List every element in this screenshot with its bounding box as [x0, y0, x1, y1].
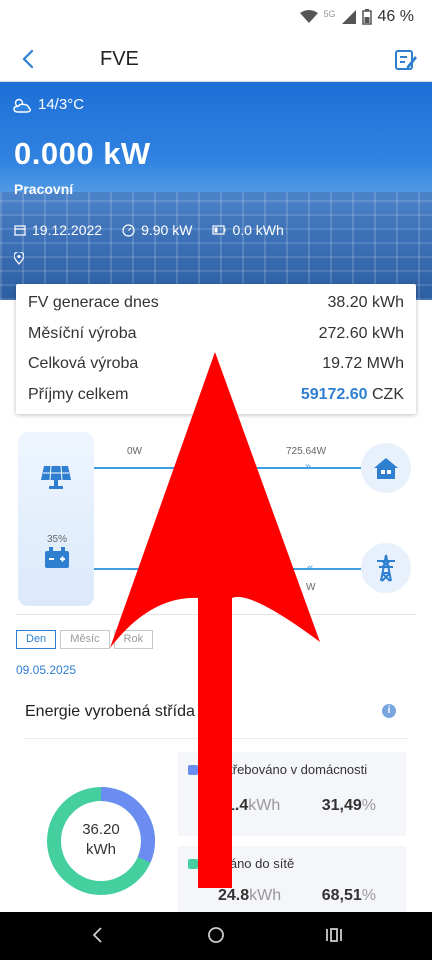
status-bar: 5G 46 %	[0, 0, 432, 36]
nav-back-icon[interactable]	[90, 924, 104, 946]
donut-center-label: 36.20 kWh	[46, 820, 156, 860]
tab-day[interactable]: Den	[16, 630, 57, 649]
consumed-swatch	[188, 764, 198, 775]
grid-node	[361, 543, 411, 593]
energy-section-title: Energie vyrobená střída	[25, 703, 195, 720]
solar-power-label: 0W	[127, 446, 142, 457]
stat-label: Celková výroba	[28, 355, 139, 373]
income-amount: 59172.60	[300, 385, 368, 403]
fed-swatch	[188, 858, 198, 869]
plant-state: Pracovní	[14, 181, 74, 197]
flow-arrow-home-icon: »	[305, 461, 312, 473]
stat-value: 272.60 kWh	[318, 324, 404, 342]
tab-month[interactable]: Měsíc	[60, 630, 110, 649]
install-date: 19.12.2022	[32, 222, 103, 238]
flow-line-home	[94, 467, 364, 469]
plant-meta: 19.12.2022 9.90 kW 0.0 kWh	[14, 222, 284, 238]
stat-row-total: Celková výroba 19.72 MWh	[28, 349, 404, 380]
battery-icon	[361, 9, 372, 25]
page-title: FVE	[100, 48, 139, 70]
temperature: 14/3°C	[38, 96, 85, 113]
battery-icon-flow	[45, 547, 69, 568]
power-tower-icon	[377, 554, 395, 582]
stat-label: Příjmy celkem	[28, 385, 129, 403]
nav-recents-icon[interactable]	[324, 924, 344, 946]
home-node	[361, 443, 411, 493]
section-divider	[25, 738, 407, 739]
info-icon[interactable]: i	[382, 704, 396, 718]
stat-row-income: Příjmy celkem 59172.60 CZK	[28, 380, 404, 411]
home-power-label: 725.64W	[286, 446, 327, 457]
selected-date[interactable]: 09.05.2025	[16, 663, 76, 677]
weather-info: 14/3°C	[12, 96, 84, 113]
stat-value: 19.72 MWh	[322, 355, 404, 373]
flow-arrow-grid-icon: «	[307, 562, 314, 574]
tab-year[interactable]: Rok	[113, 630, 154, 649]
income-currency: CZK	[372, 385, 404, 403]
app-bar: FVE	[0, 36, 432, 82]
consumed-percent: 31,49%	[321, 797, 376, 814]
stat-value: 38.20 kWh	[327, 294, 404, 312]
home-icon	[374, 458, 398, 479]
production-stats-card: FV generace dnes 38.20 kWh Měsíční výrob…	[16, 284, 416, 414]
consumed-kwh: 11.4kWh	[218, 797, 281, 814]
network-type-label: 5G	[323, 9, 336, 19]
stat-row-month: Měsíční výroba 272.60 kWh	[28, 319, 404, 350]
system-nav-bar	[0, 912, 432, 960]
battery-soc: 35%	[47, 534, 68, 545]
donut-total-unit: kWh	[86, 841, 116, 858]
fed-label: Dodáno do sítě	[206, 856, 295, 871]
fed-card: Dodáno do sítě 24.8kWh 68,51%	[178, 846, 406, 912]
signal-icon	[341, 10, 356, 24]
source-card	[18, 432, 94, 606]
stat-value: 59172.60 CZK	[301, 386, 404, 404]
battery-percent: 46 %	[377, 8, 414, 25]
calendar-icon	[14, 225, 26, 236]
location-pin-icon[interactable]	[14, 252, 24, 265]
stat-row-today: FV generace dnes 38.20 kWh	[28, 288, 404, 319]
consumed-label: Spotřebováno v domácnosti	[206, 762, 368, 777]
plant-hero-banner: 14/3°C 0.000 kW Pracovní 19.12.2022 9.90…	[0, 82, 432, 300]
gauge-icon	[122, 223, 135, 237]
energy-flow-diagram: 35% 0W 725.64W » « W	[0, 430, 432, 610]
fed-kwh: 24.8kWh	[218, 887, 282, 904]
battery-capacity: 0.0 kWh	[232, 222, 284, 238]
flow-line-grid	[94, 568, 364, 570]
battery-capacity-icon	[212, 225, 226, 235]
back-arrow-icon[interactable]	[18, 48, 40, 70]
stat-label: FV generace dnes	[28, 294, 159, 312]
consumed-card: Spotřebováno v domácnosti 11.4kWh 31,49%	[178, 752, 406, 836]
period-tabs: Den Měsíc Rok	[16, 630, 154, 649]
cloudy-sun-icon	[13, 98, 32, 113]
donut-total-value: 36.20	[82, 821, 120, 838]
wifi-icon	[299, 10, 318, 23]
solar-panel-icon	[41, 465, 71, 489]
section-divider	[16, 614, 416, 615]
grid-power-label: W	[306, 582, 316, 593]
edit-icon[interactable]	[394, 48, 418, 72]
installed-capacity: 9.90 kW	[141, 222, 193, 238]
stat-label: Měsíční výroba	[28, 324, 137, 342]
current-power: 0.000 kW	[14, 136, 151, 171]
fed-percent: 68,51%	[321, 887, 376, 904]
nav-home-icon[interactable]	[206, 924, 226, 946]
